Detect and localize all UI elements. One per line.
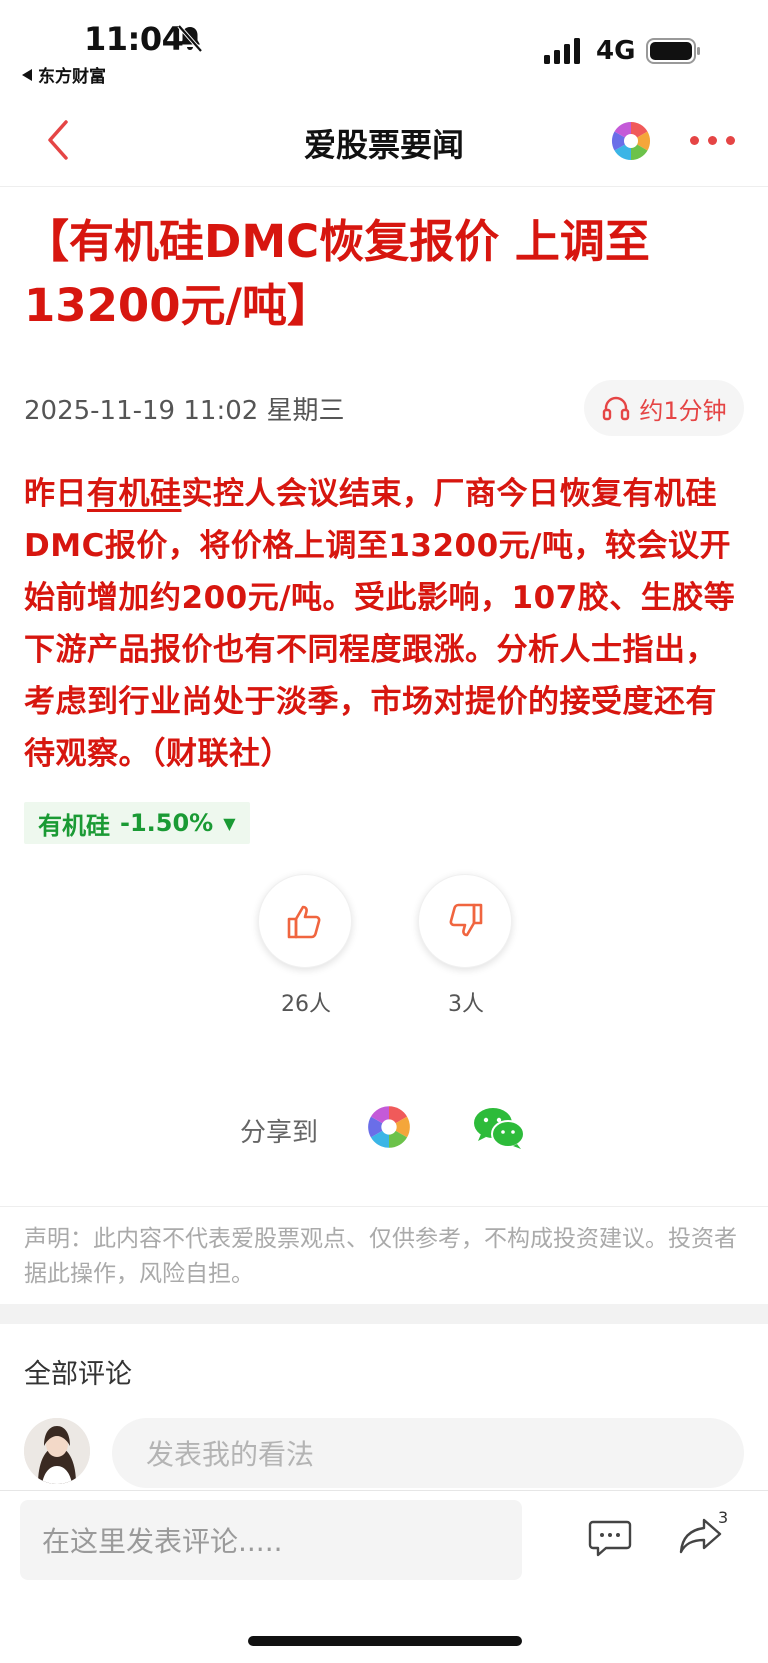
bell-muted-icon [177,24,203,53]
body-keyword-link[interactable]: 有机硅 [87,476,182,512]
app-logo-icon[interactable] [610,120,652,162]
article-title: 【有机硅DMC恢复报价 上调至13200元/吨】 [24,215,650,332]
header-divider [0,186,768,187]
avatar[interactable] [24,1418,90,1484]
body-prefix: 昨日 [24,476,87,512]
battery-icon [646,38,700,64]
body-text: 实控人会议结束，厂商今日恢复有机硅DMC报价，将价格上调至13200元/吨，较会… [24,476,736,772]
wechat-icon[interactable] [472,1106,526,1150]
section-separator [0,1304,768,1324]
dislike-button[interactable] [418,874,512,968]
more-dot [708,136,717,145]
dislike-count: 3人 [448,992,484,1017]
network-label: 4G [596,36,636,66]
signal-icon [544,38,580,64]
back-app-label: 东方财富 [38,67,106,87]
stock-tag-change: -1.50% [120,809,214,837]
bottom-bar-divider [0,1490,768,1491]
more-menu-icon[interactable] [690,136,735,145]
more-dot [726,136,735,145]
more-dot [690,136,699,145]
status-time: 11:04 [84,20,184,58]
comments-title: 全部评论 [24,1359,132,1390]
disclaimer-text: 声明：此内容不代表爱股票观点、仅供参考，不构成投资建议。投资者据此操作，风险自担… [24,1226,737,1287]
dislike-vote[interactable]: 3人 [418,874,514,1018]
back-triangle-icon [22,68,32,81]
thumbs-down-icon [449,903,483,937]
stock-tag-name: 有机硅 [38,811,110,840]
page-title: 爱股票要闻 [303,126,464,164]
home-indicator[interactable] [248,1636,522,1646]
user-avatar-icon [24,1418,90,1484]
share-app-logo-icon[interactable] [366,1104,412,1150]
opinion-input[interactable]: 发表我的看法 [112,1418,744,1488]
down-triangle-icon: ▼ [223,813,236,833]
article-body: 昨日有机硅实控人会议结束，厂商今日恢复有机硅DMC报价，将价格上调至13200元… [24,468,746,780]
share-label: 分享到 [240,1118,319,1148]
like-vote[interactable]: 26人 [258,874,354,1018]
article-date: 2025-11-19 11:02 星期三 [24,396,345,426]
headphones-icon [603,396,630,421]
stock-tag[interactable]: 有机硅 -1.50% ▼ [24,802,250,844]
like-count: 26人 [281,992,331,1017]
back-to-app-link[interactable]: 东方财富 [22,62,106,87]
listen-duration: 约1分钟 [639,396,727,425]
share-count-badge: 3 [718,1508,729,1527]
like-button[interactable] [258,874,352,968]
comment-input[interactable]: 在这里发表评论..... [20,1500,522,1580]
comment-icon[interactable] [588,1518,632,1558]
listen-button[interactable]: 约1分钟 [584,380,744,436]
thumbs-up-icon [287,905,321,939]
disclaimer-divider [0,1206,768,1207]
